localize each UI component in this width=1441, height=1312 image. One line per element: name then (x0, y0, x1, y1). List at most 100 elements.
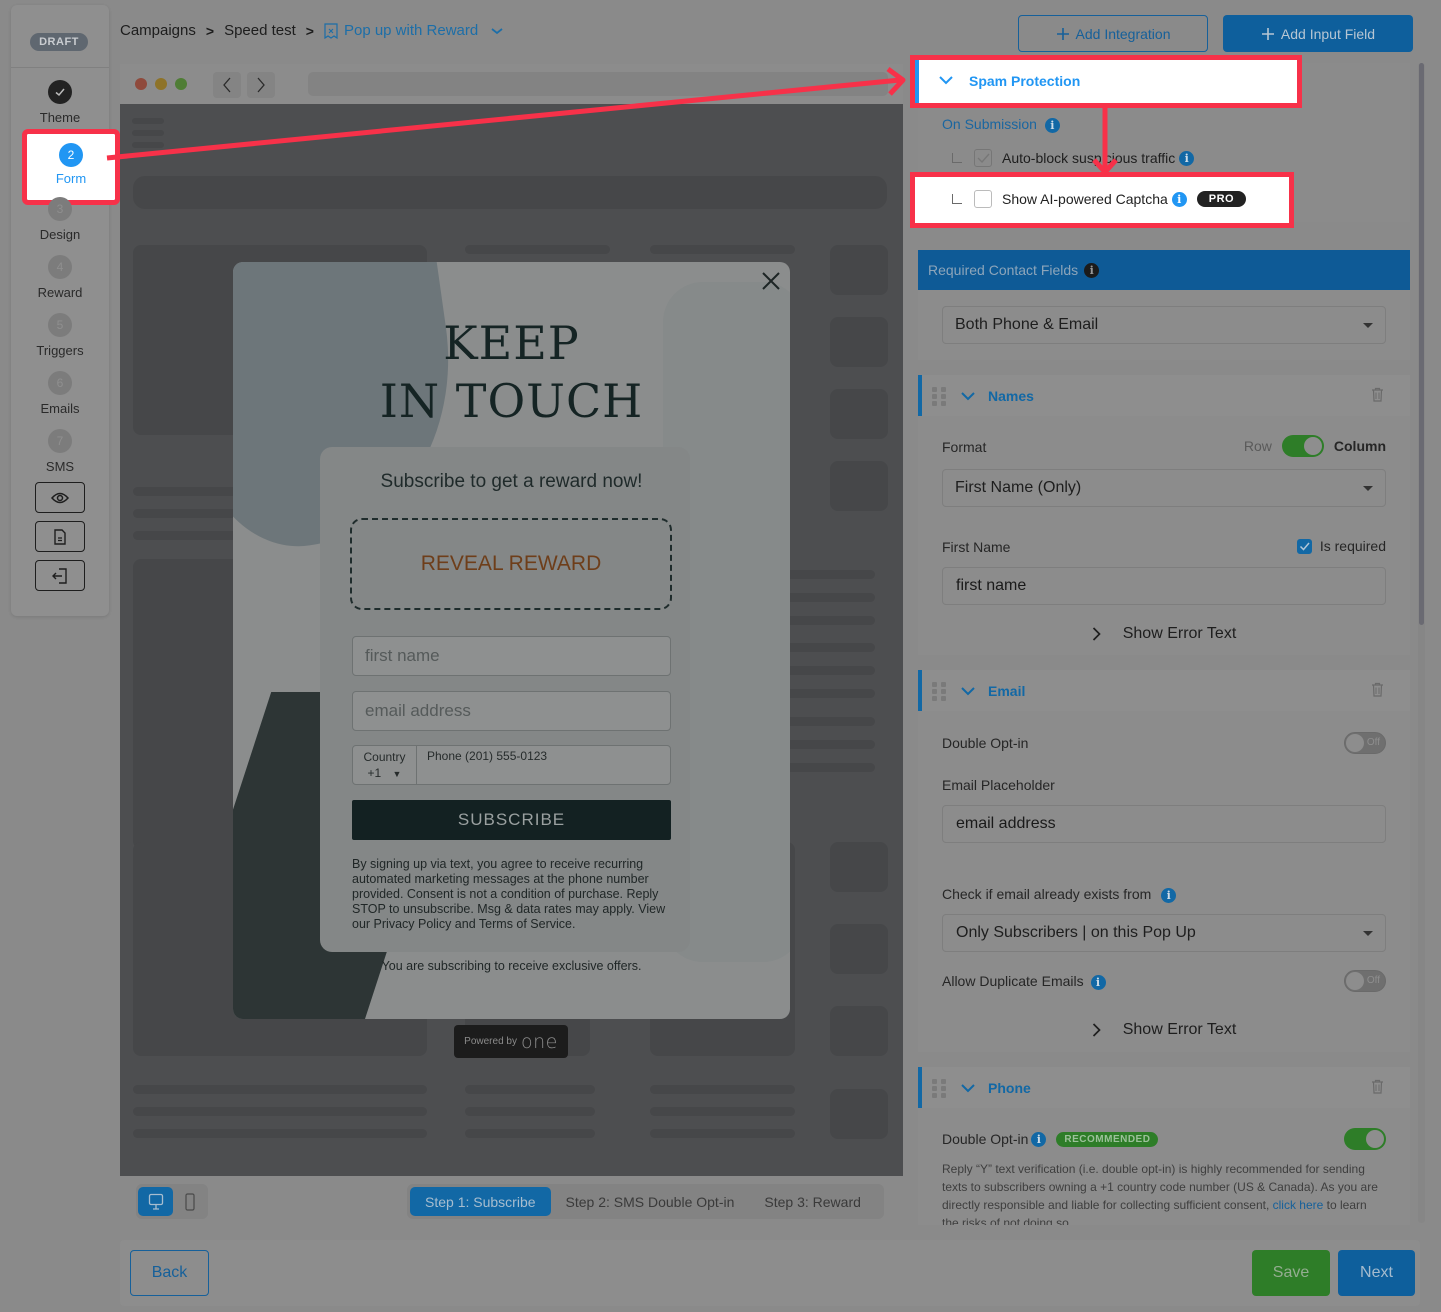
phone-double-optin-toggle[interactable] (1344, 1128, 1386, 1150)
email-header[interactable]: Email (918, 670, 1410, 711)
headline-line-2: IN TOUCH (379, 374, 644, 428)
chevron-down-icon (961, 686, 975, 695)
on-submission-text: On Submission (942, 116, 1037, 132)
step-sms[interactable]: 7 SMS (11, 429, 109, 474)
popup-subscribe-button[interactable]: SUBSCRIBE (352, 800, 671, 840)
browser-back-button[interactable] (213, 72, 241, 98)
skeleton-line (465, 1107, 595, 1116)
trash-icon[interactable] (1371, 1079, 1384, 1094)
chevron-right-icon (257, 77, 265, 93)
save-button[interactable]: Save (1252, 1250, 1330, 1296)
drag-handle-icon[interactable] (932, 386, 946, 406)
allow-duplicates-text: Allow Duplicate Emails (942, 973, 1084, 989)
step-triggers[interactable]: 5 Triggers (11, 313, 109, 358)
mobile-view-button[interactable] (172, 1187, 207, 1216)
email-placeholder-label: Email Placeholder (942, 777, 1055, 793)
browser-forward-button[interactable] (247, 72, 275, 98)
preview-footer: Step 1: Subscribe Step 2: SMS Double Opt… (120, 1176, 903, 1228)
first-name-input[interactable]: first name (942, 567, 1386, 605)
preview-button[interactable] (35, 482, 85, 513)
close-icon[interactable] (760, 270, 782, 292)
tab-step-2[interactable]: Step 2: SMS Double Opt-in (551, 1187, 750, 1216)
exit-button[interactable] (35, 560, 85, 591)
trash-icon[interactable] (1371, 387, 1384, 402)
plus-icon (1056, 27, 1069, 40)
names-title: Names (988, 387, 1034, 404)
skeleton-block (830, 317, 888, 367)
country-code-select[interactable]: Country +1 ▼ (353, 746, 417, 784)
step-label: SMS (45, 459, 75, 474)
back-button[interactable]: Back (130, 1250, 209, 1296)
popup-phone-field: Country +1 ▼ Phone (201) 555-0123 (352, 745, 671, 785)
names-header[interactable]: Names (918, 375, 1410, 416)
document-button[interactable] (35, 521, 85, 552)
add-integration-label: Add Integration (1075, 25, 1171, 42)
email-title: Email (988, 682, 1026, 699)
step-label: Reward (37, 285, 83, 300)
step-reward[interactable]: 4 Reward (11, 255, 109, 300)
info-icon[interactable]: i (1171, 191, 1187, 207)
format-toggle[interactable] (1281, 435, 1324, 457)
phone-header[interactable]: Phone (918, 1067, 1410, 1108)
recommended-badge: RECOMMENDED (1056, 1131, 1159, 1147)
allow-duplicates-toggle[interactable]: Off (1344, 970, 1386, 992)
check-icon (977, 153, 990, 164)
popup-email-input[interactable]: email address (352, 691, 671, 731)
skeleton-line (133, 1085, 427, 1094)
is-required-checkbox[interactable] (1296, 538, 1312, 554)
check-icon (1299, 542, 1310, 551)
settings-scrollbar-thumb[interactable] (1419, 63, 1424, 625)
url-bar[interactable] (308, 72, 888, 96)
drag-handle-icon[interactable] (932, 681, 946, 701)
skeleton-line (650, 245, 795, 254)
step-emails[interactable]: 6 Emails (11, 371, 109, 416)
email-placeholder-input[interactable]: email address (942, 805, 1386, 843)
drag-handle-icon[interactable] (932, 1078, 946, 1098)
required-contact-header: Required Contact Fields i (918, 250, 1410, 290)
step-form[interactable]: 2 Form (22, 129, 120, 205)
names-show-error-text[interactable]: Show Error Text (918, 625, 1410, 643)
captcha-checkbox[interactable] (974, 190, 992, 208)
skeleton-block (830, 1089, 888, 1139)
check-exists-select[interactable]: Only Subscribers | on this Pop Up (942, 914, 1386, 952)
skeleton-block (830, 389, 888, 439)
names-format-select[interactable]: First Name (Only) (942, 469, 1386, 507)
breadcrumb-current[interactable]: Pop up with Reward (324, 22, 504, 39)
tab-step-3[interactable]: Step 3: Reward (749, 1187, 876, 1216)
tab-step-1[interactable]: Step 1: Subscribe (410, 1187, 551, 1216)
popup-phone-input[interactable]: Phone (201) 555-0123 (417, 746, 557, 784)
desktop-view-button[interactable] (138, 1187, 173, 1216)
spam-protection-header[interactable]: Spam Protection (910, 55, 1302, 108)
click-here-link[interactable]: click here (1273, 1198, 1324, 1212)
step-design[interactable]: 3 Design (11, 197, 109, 242)
info-icon[interactable]: i (1090, 974, 1106, 990)
required-contact-select[interactable]: Both Phone & Email (942, 306, 1386, 344)
add-input-field-button[interactable]: Add Input Field (1223, 15, 1413, 52)
info-icon[interactable]: i (1179, 150, 1195, 166)
powered-by-badge[interactable]: Powered by one (454, 1025, 568, 1058)
email-show-error-text[interactable]: Show Error Text (918, 1021, 1410, 1039)
next-button[interactable]: Next (1338, 1250, 1415, 1296)
step-theme[interactable]: Theme (11, 80, 109, 125)
trash-icon[interactable] (1371, 682, 1384, 697)
chevron-right-icon (1092, 1023, 1101, 1037)
email-double-optin-toggle[interactable]: Off (1344, 732, 1386, 754)
auto-block-checkbox[interactable] (974, 149, 992, 167)
step-number: 6 (48, 371, 72, 395)
country-code: +1 ▼ (367, 766, 402, 780)
eye-icon (51, 492, 69, 503)
chevron-left-icon (223, 77, 231, 93)
info-icon[interactable]: i (1084, 262, 1100, 278)
bottom-action-bar: Back Save Next (120, 1240, 1420, 1306)
info-icon[interactable]: i (1044, 117, 1060, 133)
info-icon[interactable]: i (1031, 1131, 1047, 1147)
add-integration-button[interactable]: Add Integration (1018, 15, 1208, 52)
skeleton-block (133, 176, 887, 209)
popup-subhead: Subscribe to get a reward now! (380, 471, 643, 492)
reveal-reward-box[interactable]: REVEAL REWARD (350, 518, 672, 610)
popup-first-name-input[interactable]: first name (352, 636, 671, 676)
info-icon[interactable]: i (1161, 887, 1177, 903)
breadcrumb-speed-test[interactable]: Speed test (224, 22, 296, 39)
breadcrumb-campaigns[interactable]: Campaigns (120, 22, 196, 39)
campaign-name: Pop up with Reward (343, 22, 479, 39)
